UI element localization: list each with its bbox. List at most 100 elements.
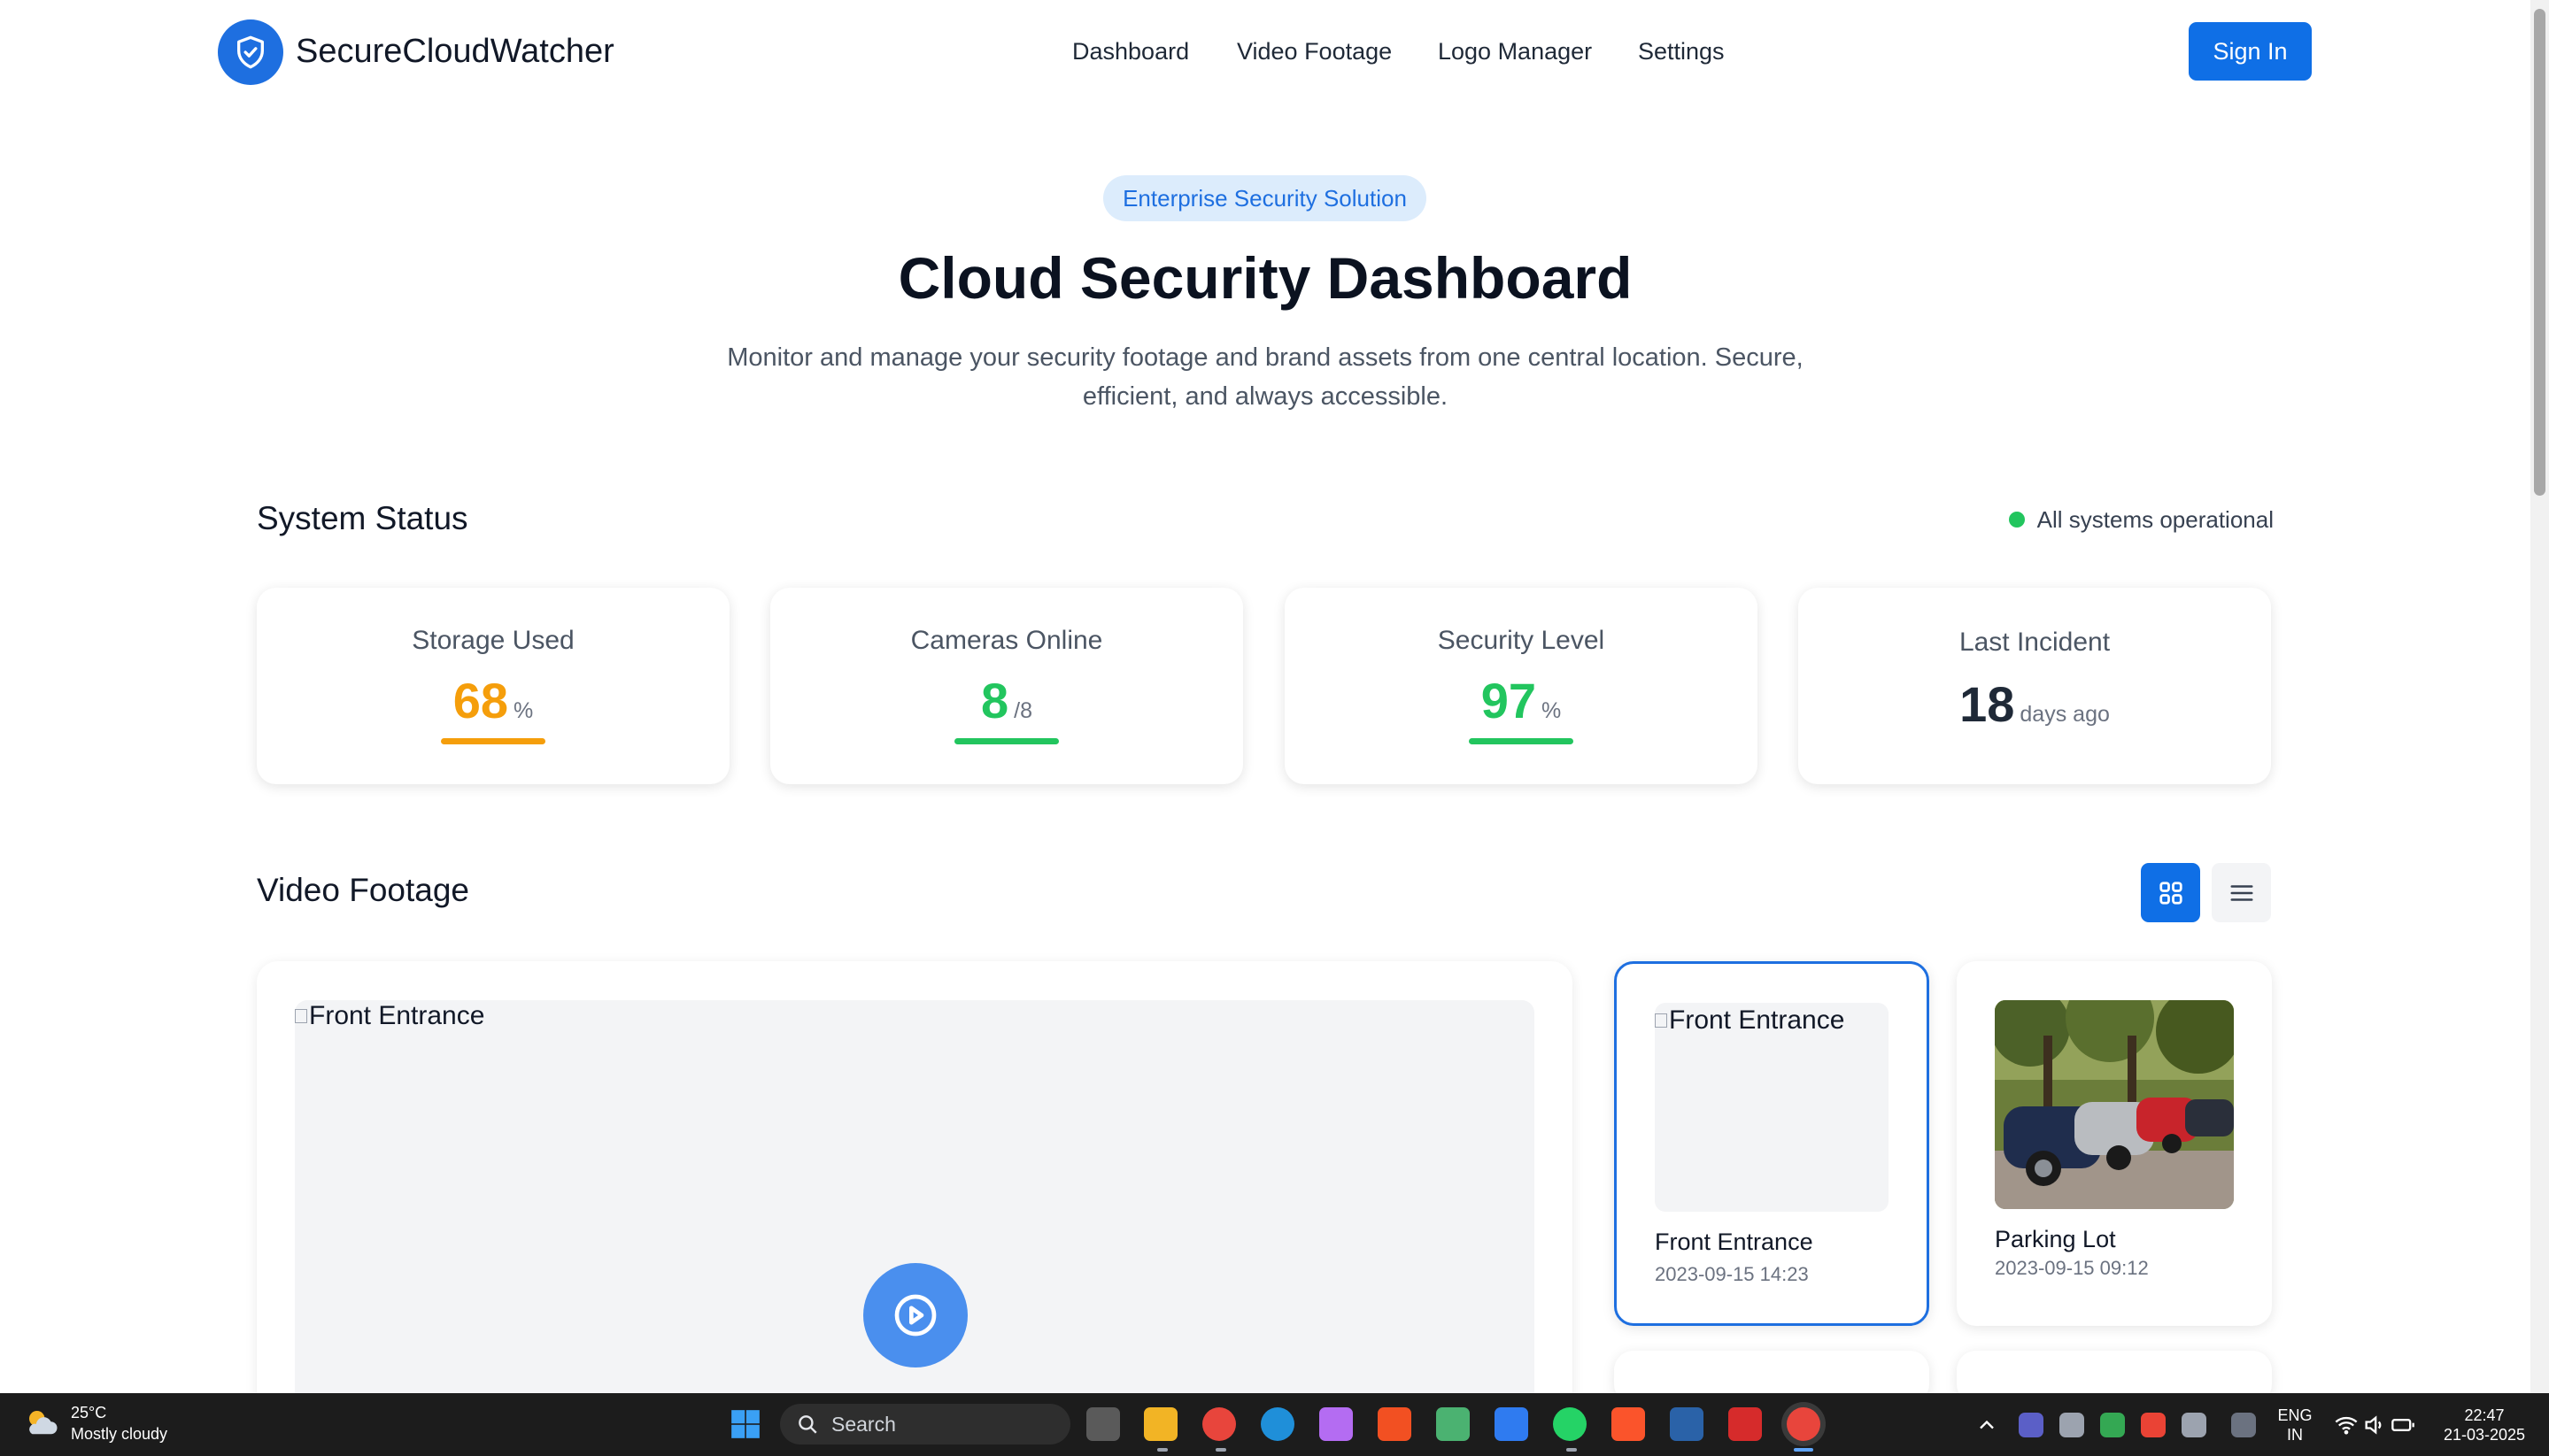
clock-time: 22:47 [2464,1406,2505,1424]
store-icon[interactable] [1378,1407,1411,1441]
play-button[interactable] [863,1263,968,1367]
stat-value: 68 [452,673,509,728]
broken-image-alt: Front Entrance [295,1000,484,1032]
stat-unit: days ago [2020,702,2110,727]
volume-icon[interactable] [2362,1413,2387,1437]
search-icon [799,1415,817,1434]
broken-image-alt: Front Entrance [1655,1005,1844,1036]
running-indicator [1157,1448,1168,1452]
stat-card-security-level: Security Level 97% [1285,588,1757,784]
weather-widget[interactable]: 25°C Mostly cloudy [23,1402,167,1444]
windows-start-icon[interactable] [729,1407,762,1441]
list-icon [2230,884,2252,901]
stat-value: 18 [1959,676,2015,732]
tray-icon[interactable] [2231,1413,2256,1437]
taskbar-search[interactable]: Search [780,1404,1070,1444]
thumbnail-card-parking-lot[interactable]: Parking Lot 2023-09-15 09:12 [1957,961,2272,1326]
nav-link-logo-manager[interactable]: Logo Manager [1438,34,1592,69]
task-view-icon[interactable] [1086,1407,1120,1441]
clock-date: 21-03-2025 [2443,1426,2526,1444]
stat-unit: % [1541,698,1562,723]
storage-progress-bar [441,738,545,744]
tray-icon[interactable] [2059,1413,2084,1437]
parking-lot-image [1995,1000,2234,1209]
thumbnail-image: Front Entrance [1655,1003,1889,1212]
thumbnail-card[interactable] [1957,1351,2272,1393]
region-code: IN [2287,1426,2303,1444]
shield-logo-icon[interactable] [218,19,283,85]
nav-link-settings[interactable]: Settings [1638,34,1725,69]
wifi-icon[interactable] [2334,1413,2359,1437]
onedrive-icon[interactable] [2182,1413,2206,1437]
system-status-title: System Status [257,500,468,536]
search-label: Search [831,1412,896,1436]
page-title: Cloud Security Dashboard [898,245,1633,311]
todo-icon[interactable] [1495,1407,1528,1441]
app-icon[interactable] [1728,1407,1762,1441]
thumbnail-card[interactable] [1614,1351,1929,1393]
stat-card-last-incident: Last Incident 18 days ago [1798,588,2271,784]
chrome-active-icon[interactable] [1787,1407,1820,1441]
top-nav: SecureCloudWatcher Dashboard Video Foota… [0,0,2530,103]
stat-unit: % [514,698,534,723]
stat-label: Last Incident [1958,628,2111,657]
stat-value: 8 [980,673,1009,728]
tray-chevron-icon[interactable] [1974,1413,1999,1437]
image-alt-text: Front Entrance [309,1001,485,1030]
status-dot-icon [2008,512,2025,528]
running-indicator [1216,1448,1226,1452]
drive-icon[interactable] [2100,1413,2125,1437]
weather-cloud-icon [29,1411,58,1435]
stat-label: Security Level [1437,626,1605,655]
play-icon [894,1294,937,1337]
list-view-button[interactable] [2212,863,2271,922]
taskbar: 25°C Mostly cloudy Search ENG IN 22:47 2… [0,1393,2549,1456]
stat-value: 97 [1480,673,1537,728]
grid-icon [2159,881,2182,905]
scrollbar-thumb[interactable] [2534,9,2545,496]
language-code: ENG [2277,1406,2313,1424]
nav-link-video-footage[interactable]: Video Footage [1237,34,1392,69]
stat-card-storage: Storage Used 68% [257,588,730,784]
image-alt-text: Front Entrance [1669,1005,1845,1035]
cameras-progress-bar [954,738,1059,744]
grid-view-button[interactable] [2141,863,2200,922]
stat-card-cameras: Cameras Online 8/8 [770,588,1243,784]
thumbnail-title: Parking Lot [1995,1226,2116,1252]
broken-image-icon [295,1009,307,1023]
brave-icon[interactable] [1611,1407,1645,1441]
app-icon[interactable] [1670,1407,1703,1441]
clock[interactable]: 22:47 21-03-2025 [2431,1406,2537,1444]
video-footage-title: Video Footage [257,872,470,908]
whatsapp-icon[interactable] [1553,1407,1587,1441]
thumbnail-title: Front Entrance [1655,1229,1813,1255]
nav-link-dashboard[interactable]: Dashboard [1072,34,1189,69]
edge-icon[interactable] [1261,1407,1294,1441]
stat-unit: /8 [1014,698,1032,723]
app-icon[interactable] [1436,1407,1470,1441]
active-indicator [1794,1448,1813,1452]
weather-temperature: 25°C [71,1404,107,1421]
hero-subtitle: Monitor and manage your security footage… [727,343,1804,411]
teams-icon[interactable] [2019,1413,2043,1437]
thumbnail-card-front-entrance[interactable]: Front Entrance Front Entrance 2023-09-15… [1614,961,1929,1326]
language-indicator[interactable]: ENG IN [2277,1406,2313,1444]
system-status-indicator: All systems operational [2008,505,2274,535]
copilot-icon[interactable] [1319,1407,1353,1441]
chrome-icon[interactable] [1202,1407,1236,1441]
thumbnail-date: 2023-09-15 09:12 [1995,1257,2149,1279]
file-explorer-icon[interactable] [1144,1407,1178,1441]
sign-in-button[interactable]: Sign In [2189,22,2312,81]
battery-icon[interactable] [2391,1413,2415,1437]
thumbnail-date: 2023-09-15 14:23 [1655,1263,1809,1285]
system-status-text: All systems operational [2036,506,2274,533]
stat-label: Storage Used [412,626,575,655]
running-indicator [1566,1448,1577,1452]
broken-image-icon [1655,1013,1667,1028]
gmail-icon[interactable] [2141,1413,2166,1437]
page-scrollbar[interactable] [2530,0,2549,1393]
hero-badge: Enterprise Security Solution [1103,175,1426,221]
page: SecureCloudWatcher Dashboard Video Foota… [0,0,2530,1393]
weather-condition: Mostly cloudy [71,1425,168,1443]
brand-name[interactable]: SecureCloudWatcher [296,30,614,73]
